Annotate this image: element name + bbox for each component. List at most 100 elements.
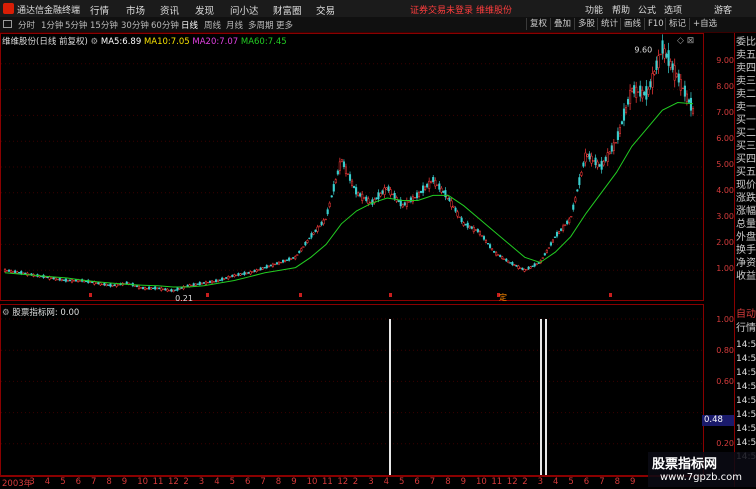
mark-button[interactable]: 标记: [665, 18, 689, 30]
candle-body: [570, 216, 573, 218]
period-5min[interactable]: 5分钟: [65, 19, 87, 31]
date-tick: 7: [91, 477, 97, 487]
candle-body: [143, 287, 147, 290]
candle-body: [312, 232, 315, 235]
menu-market[interactable]: 市场: [126, 3, 145, 17]
candle-body: [3, 269, 7, 272]
period-weekly[interactable]: 周线: [204, 19, 221, 31]
date-tick: 5: [60, 477, 66, 487]
period-multi[interactable]: 多周期: [248, 19, 274, 31]
menu-function[interactable]: 功能: [585, 3, 603, 16]
multi-stock-button[interactable]: 多股: [574, 18, 598, 30]
candle-body: [679, 79, 682, 91]
date-tick: 4: [44, 477, 51, 487]
price-chart-panel[interactable]: 9.60 0.21 定: [0, 33, 705, 302]
event-marker[interactable]: [609, 293, 612, 297]
candle-body: [381, 190, 384, 194]
price-tick: 7.00: [716, 108, 734, 117]
candle-body: [614, 142, 617, 144]
candle-body: [566, 220, 569, 225]
candle-body: [22, 272, 25, 275]
indicator-panel[interactable]: [0, 304, 705, 477]
period-daily[interactable]: 日线: [181, 19, 198, 31]
candle-body: [436, 184, 439, 186]
date-tick: 6: [583, 477, 590, 487]
panel-toggle-icon[interactable]: [3, 20, 12, 28]
candle-body: [387, 186, 390, 192]
tab-auto[interactable]: 自动: [736, 309, 756, 321]
stock-name-tab[interactable]: 维维股份: [476, 3, 512, 16]
candle-body: [371, 199, 374, 205]
event-marker[interactable]: [389, 293, 392, 297]
menu-options[interactable]: 选项: [664, 3, 682, 16]
candle-body: [306, 240, 309, 243]
candle-body: [515, 265, 518, 267]
candle-body: [493, 251, 496, 253]
period-30min[interactable]: 30分钟: [121, 19, 149, 31]
candle-body: [649, 81, 652, 88]
date-tick: 7: [599, 477, 605, 487]
settings-icon[interactable]: ⚙: [91, 37, 99, 47]
tab-quotes[interactable]: 行情: [736, 323, 756, 335]
user-guest[interactable]: 游客: [714, 3, 732, 16]
candle-body: [355, 187, 358, 195]
ma20-label: MA20:: [192, 37, 220, 47]
candle-body: [677, 73, 680, 83]
candle-body: [375, 197, 378, 200]
add-favorite-button[interactable]: +自选: [689, 18, 720, 30]
restore-rights-button[interactable]: 复权: [526, 18, 550, 30]
stats-button[interactable]: 统计: [597, 18, 621, 30]
event-marker[interactable]: [89, 293, 92, 297]
quote-item: 买二: [736, 128, 756, 139]
draw-line-button[interactable]: 画线: [620, 18, 644, 30]
candle-body: [334, 179, 337, 183]
period-more[interactable]: 更多: [276, 19, 293, 31]
event-marker[interactable]: [206, 293, 209, 297]
candle-body: [551, 239, 555, 243]
menu-wenxiaoda[interactable]: 问小达: [230, 3, 259, 17]
settings-icon[interactable]: ⚙: [2, 308, 10, 318]
candle-body: [170, 289, 173, 292]
candle-body: [58, 277, 61, 281]
menu-formula[interactable]: 公式: [638, 3, 656, 16]
chart-options-icon[interactable]: ◇ ⊠: [677, 36, 694, 46]
candle-body: [671, 63, 674, 70]
menu-wealth[interactable]: 财富圈: [273, 3, 302, 17]
event-marker-label[interactable]: 定: [499, 292, 507, 302]
event-marker[interactable]: [299, 293, 302, 297]
tick-time: 14:56: [736, 368, 756, 378]
candle-body: [257, 269, 260, 271]
candle-body: [631, 88, 634, 92]
indicator-tick: 0.80: [716, 346, 734, 355]
candle-body: [277, 261, 281, 265]
period-60min[interactable]: 60分钟: [151, 19, 179, 31]
date-tick: 11: [491, 477, 503, 487]
overlay-button[interactable]: 叠加: [550, 18, 574, 30]
candle-body: [180, 287, 183, 289]
date-tick: 7: [429, 477, 436, 487]
menu-discover[interactable]: 发现: [195, 3, 214, 17]
candle-body: [602, 161, 605, 166]
candle-body: [310, 233, 313, 238]
candle-body: [367, 198, 370, 204]
period-1min[interactable]: 1分钟: [41, 19, 63, 31]
candle-body: [407, 200, 410, 203]
f10-button[interactable]: F10: [644, 18, 667, 30]
period-fenshi[interactable]: 分时: [18, 19, 35, 31]
price-chart-svg[interactable]: 9.60 0.21 定: [1, 34, 705, 302]
menu-trade[interactable]: 交易: [316, 3, 335, 17]
indicator-svg[interactable]: [1, 305, 705, 477]
login-notice[interactable]: 证券交易未登录: [410, 3, 473, 16]
price-tick: 6.00: [716, 134, 734, 143]
menu-help[interactable]: 帮助: [612, 3, 630, 16]
menu-news[interactable]: 资讯: [160, 3, 179, 17]
quote-item: 买五: [736, 167, 756, 178]
date-tick: 10: [137, 477, 149, 487]
candle-body: [417, 192, 421, 197]
menu-quotes[interactable]: 行情: [90, 3, 109, 17]
period-15min[interactable]: 15分钟: [90, 19, 118, 31]
ma-legend: 维维股份(日线 前复权) ⚙ MA5:6.89 MA10:7.05 MA20:7…: [2, 35, 287, 47]
period-monthly[interactable]: 月线: [226, 19, 243, 31]
candle-body: [146, 288, 149, 290]
tick-time: 14:56: [736, 396, 756, 406]
